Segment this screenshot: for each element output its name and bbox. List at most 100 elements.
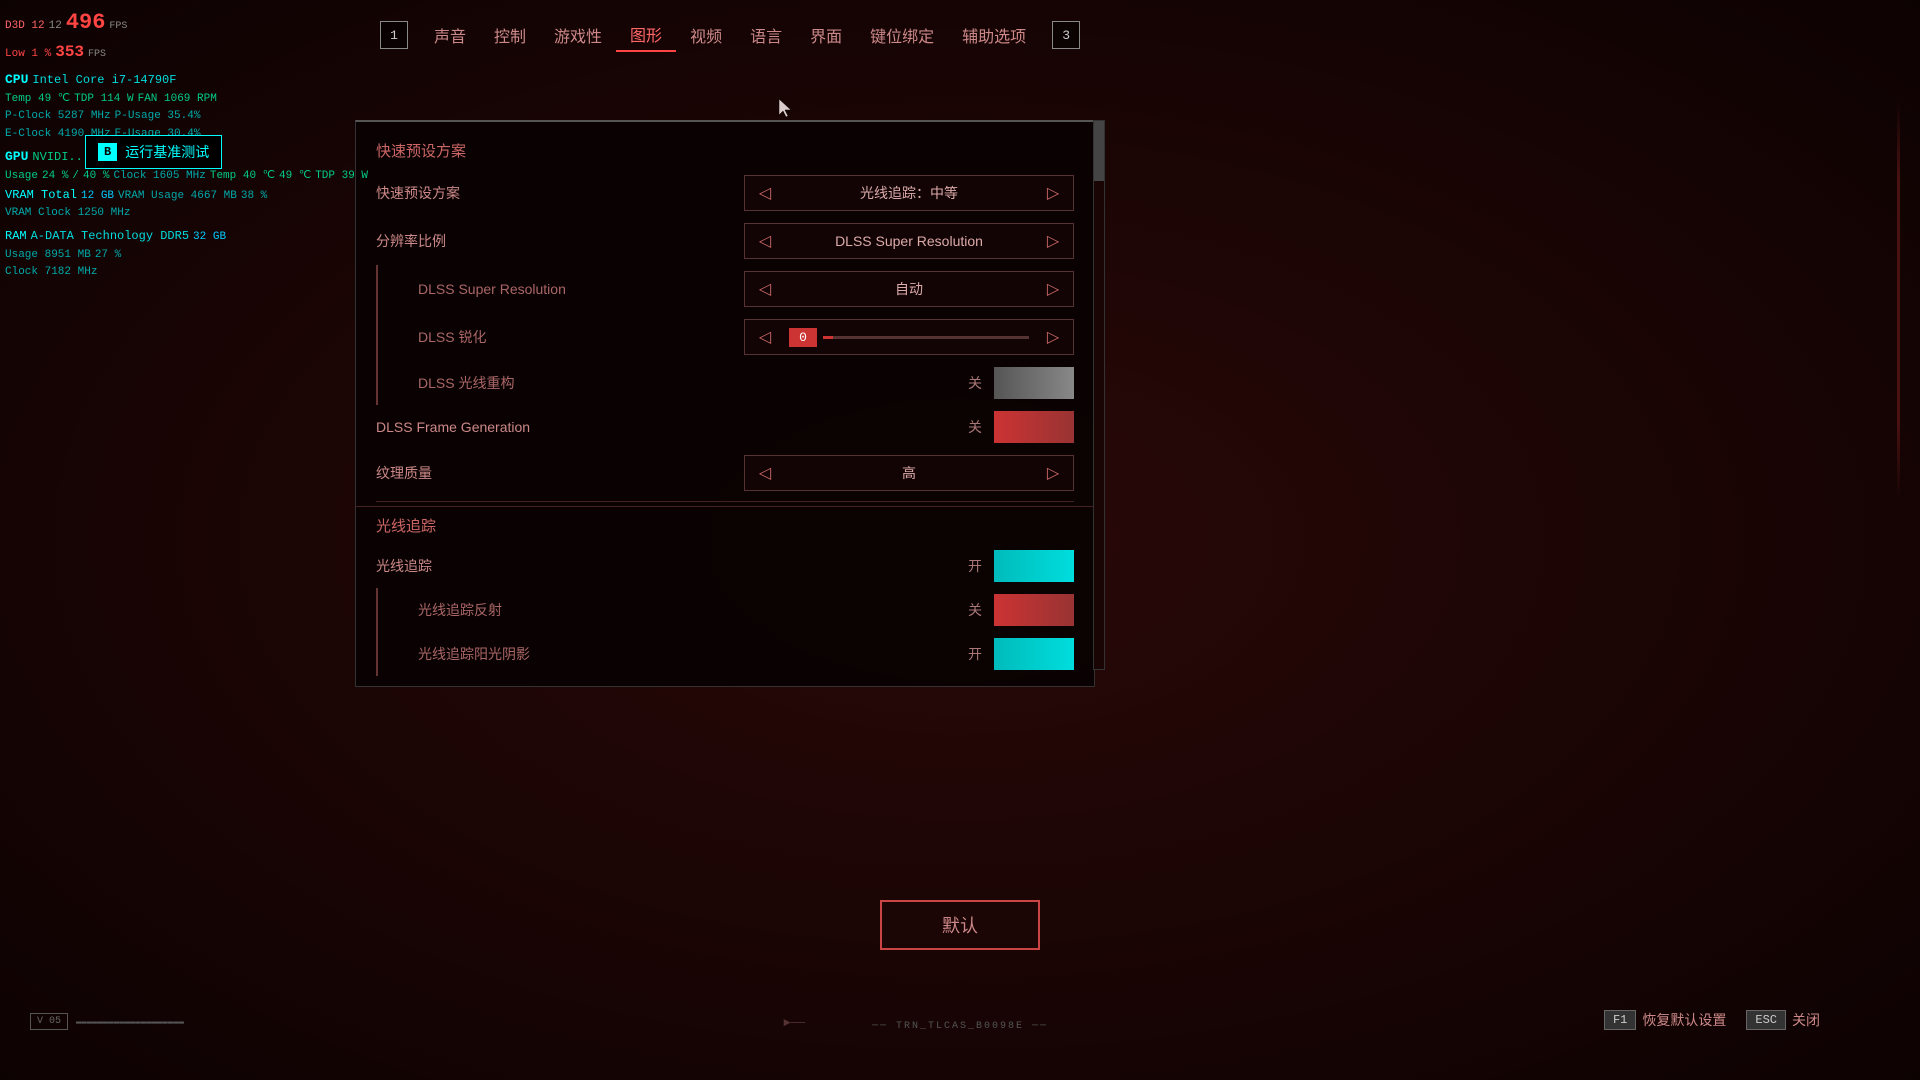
- dlss-sharpness-right-btn[interactable]: ▷: [1033, 320, 1073, 354]
- hud-ram-usage: Usage 8951 MB: [5, 247, 91, 265]
- hud-ram-size: 32 GB: [193, 229, 226, 247]
- close-key: ESC: [1746, 1010, 1786, 1030]
- hud-ram-name: A-DATA Technology DDR5: [31, 227, 189, 246]
- resolution-ratio-left-btn[interactable]: ◁: [745, 224, 785, 258]
- nav-item-video[interactable]: 视频: [676, 19, 736, 51]
- hud-low-fps: 353: [55, 40, 84, 66]
- watermark: ── TRN_TLCAS_B0098E ──: [872, 1021, 1048, 1032]
- nav-item-keybinding[interactable]: 键位绑定: [856, 19, 948, 51]
- dlss-sharpness-left-btn[interactable]: ◁: [745, 320, 785, 354]
- hud-cpu-temp: Temp 49 ℃: [5, 91, 70, 109]
- texture-quality-left-btn[interactable]: ◁: [745, 456, 785, 490]
- ray-tracing-label: 光线追踪: [376, 556, 432, 576]
- dlss-sharpness-fill: [823, 336, 833, 339]
- dlss-ray-recon-toggle[interactable]: [994, 367, 1074, 399]
- ray-tracing-status: 开: [968, 556, 982, 576]
- hud-low-fps-label: FPS: [88, 47, 106, 63]
- bottom-arrow-deco: ►──: [783, 1016, 805, 1030]
- nav-item-language[interactable]: 语言: [736, 19, 796, 51]
- settings-panel: 快速预设方案 快速预设方案 ◁ 光线追踪：中等 ▷ 分辨率比例 ◁ DLSS S…: [355, 120, 1095, 687]
- cursor: [775, 95, 800, 125]
- dlss-frame-gen-toggle-track: [994, 411, 1074, 443]
- default-button[interactable]: 默认: [880, 900, 1040, 950]
- nav-badge-right[interactable]: 3: [1052, 21, 1080, 49]
- nav-bar: 1 声音 控制 游戏性 图形 视频 语言 界面 键位绑定 辅助选项 3: [380, 18, 1720, 52]
- dlss-sharpness-value: 0: [789, 328, 817, 347]
- hud-gpu-temp: Temp 40 ℃: [210, 168, 275, 186]
- nav-item-gameplay[interactable]: 游戏性: [540, 19, 616, 51]
- bottom-bar: F1 恢复默认设置 ESC 关闭: [1604, 1010, 1820, 1030]
- resolution-ratio-label: 分辨率比例: [376, 231, 446, 251]
- nav-item-graphics[interactable]: 图形: [616, 18, 676, 52]
- hud-ram-label: RAM: [5, 227, 27, 246]
- resolution-ratio-selector[interactable]: ◁ DLSS Super Resolution ▷: [744, 223, 1074, 259]
- benchmark-tooltip: B 运行基准测试: [85, 135, 222, 169]
- dlss-sharpness-slider[interactable]: ◁ 0 ▷: [744, 319, 1074, 355]
- dlss-sharpness-label: DLSS 锐化: [418, 327, 486, 347]
- dlss-ray-recon-status: 关: [968, 373, 982, 393]
- dlss-ray-recon-label: DLSS 光线重构: [418, 373, 514, 393]
- default-btn-container: 默认: [880, 900, 1040, 950]
- quick-preset-row: 快速预设方案 ◁ 光线追踪：中等 ▷: [356, 169, 1094, 217]
- hud-gpu-usage-label: Usage: [5, 168, 38, 186]
- hud-p-usage: P-Usage 35.4%: [115, 108, 201, 126]
- version-text: ▬▬▬▬▬▬▬▬▬▬▬▬▬▬▬▬▬▬▬▬: [76, 1017, 184, 1027]
- ray-tracing-sun-shadows-toggle-track: [994, 638, 1074, 670]
- ray-tracing-reflections-row: 光线追踪反射 关: [376, 588, 1094, 632]
- right-decoration: [1897, 100, 1900, 500]
- hud-d3d: D3D 12: [5, 18, 45, 36]
- ray-tracing-reflections-toggle-container: 关: [968, 594, 1074, 626]
- nav-item-control[interactable]: 控制: [480, 19, 540, 51]
- nav-item-accessibility[interactable]: 辅助选项: [948, 19, 1040, 51]
- hud-gpu-clock: Clock 1605 MHz: [113, 168, 205, 186]
- nav-item-ui[interactable]: 界面: [796, 19, 856, 51]
- hud-gpu-usage1: 24 %: [42, 168, 68, 186]
- ray-tracing-sun-shadows-toggle-container: 开: [968, 638, 1074, 670]
- settings-scrollbar[interactable]: [1093, 120, 1105, 670]
- quick-preset-left-btn[interactable]: ◁: [745, 176, 785, 210]
- nav-badge-left[interactable]: 1: [380, 21, 408, 49]
- ray-tracing-sun-shadows-row: 光线追踪阳光阴影 开: [376, 632, 1094, 676]
- hud-vram-pct: 38 %: [241, 188, 267, 206]
- texture-quality-label: 纹理质量: [376, 463, 432, 483]
- hud-gpu-usage-sep: /: [72, 168, 79, 186]
- scrollbar-thumb[interactable]: [1094, 121, 1104, 181]
- ray-tracing-toggle[interactable]: [994, 550, 1074, 582]
- ray-tracing-section-title: 光线追踪: [356, 506, 1094, 544]
- texture-quality-right-btn[interactable]: ▷: [1033, 456, 1073, 490]
- dlss-sharpness-row: DLSS 锐化 ◁ 0 ▷: [376, 313, 1094, 361]
- nav-item-sound[interactable]: 声音: [420, 19, 480, 51]
- ray-tracing-toggle-track: [994, 550, 1074, 582]
- close-btn[interactable]: ESC 关闭: [1746, 1010, 1820, 1030]
- hud-gpu-tdp: TDP 39 W: [315, 168, 368, 186]
- hud-fps: 496: [66, 5, 106, 40]
- hud-cpu-name: Intel Core i7-14790F: [32, 71, 176, 90]
- version-badge: V 05: [30, 1013, 68, 1030]
- benchmark-label: 运行基准测试: [125, 142, 209, 162]
- texture-quality-selector[interactable]: ◁ 高 ▷: [744, 455, 1074, 491]
- ray-tracing-sun-shadows-label: 光线追踪阳光阴影: [418, 644, 530, 664]
- hud-vram-total-label: VRAM Total: [5, 186, 77, 205]
- texture-quality-value: 高: [785, 463, 1033, 483]
- dlss-ray-recon-row: DLSS 光线重构 关: [376, 361, 1094, 405]
- dlss-ray-recon-toggle-track: [994, 367, 1074, 399]
- benchmark-key[interactable]: B: [98, 143, 117, 161]
- dlss-super-res-selector[interactable]: ◁ 自动 ▷: [744, 271, 1074, 307]
- quick-preset-right-btn[interactable]: ▷: [1033, 176, 1073, 210]
- dlss-sharpness-inner: 0: [785, 328, 1033, 347]
- hud-gpu-usage2: 40 %: [83, 168, 109, 186]
- close-label: 关闭: [1792, 1010, 1820, 1030]
- dlss-super-res-right-btn[interactable]: ▷: [1033, 272, 1073, 306]
- dlss-super-res-left-btn[interactable]: ◁: [745, 272, 785, 306]
- dlss-frame-gen-toggle[interactable]: [994, 411, 1074, 443]
- hud-gpu-label: GPU: [5, 147, 28, 168]
- ray-tracing-sun-shadows-toggle[interactable]: [994, 638, 1074, 670]
- quick-preset-selector[interactable]: ◁ 光线追踪：中等 ▷: [744, 175, 1074, 211]
- ray-tracing-reflections-toggle[interactable]: [994, 594, 1074, 626]
- dlss-super-res-row: DLSS Super Resolution ◁ 自动 ▷: [376, 265, 1094, 313]
- dlss-sharpness-track: [823, 336, 1029, 339]
- hud-vram-total-val: 12 GB: [81, 188, 114, 206]
- ray-tracing-reflections-status: 关: [968, 600, 982, 620]
- resolution-ratio-right-btn[interactable]: ▷: [1033, 224, 1073, 258]
- restore-defaults-btn[interactable]: F1 恢复默认设置: [1604, 1010, 1726, 1030]
